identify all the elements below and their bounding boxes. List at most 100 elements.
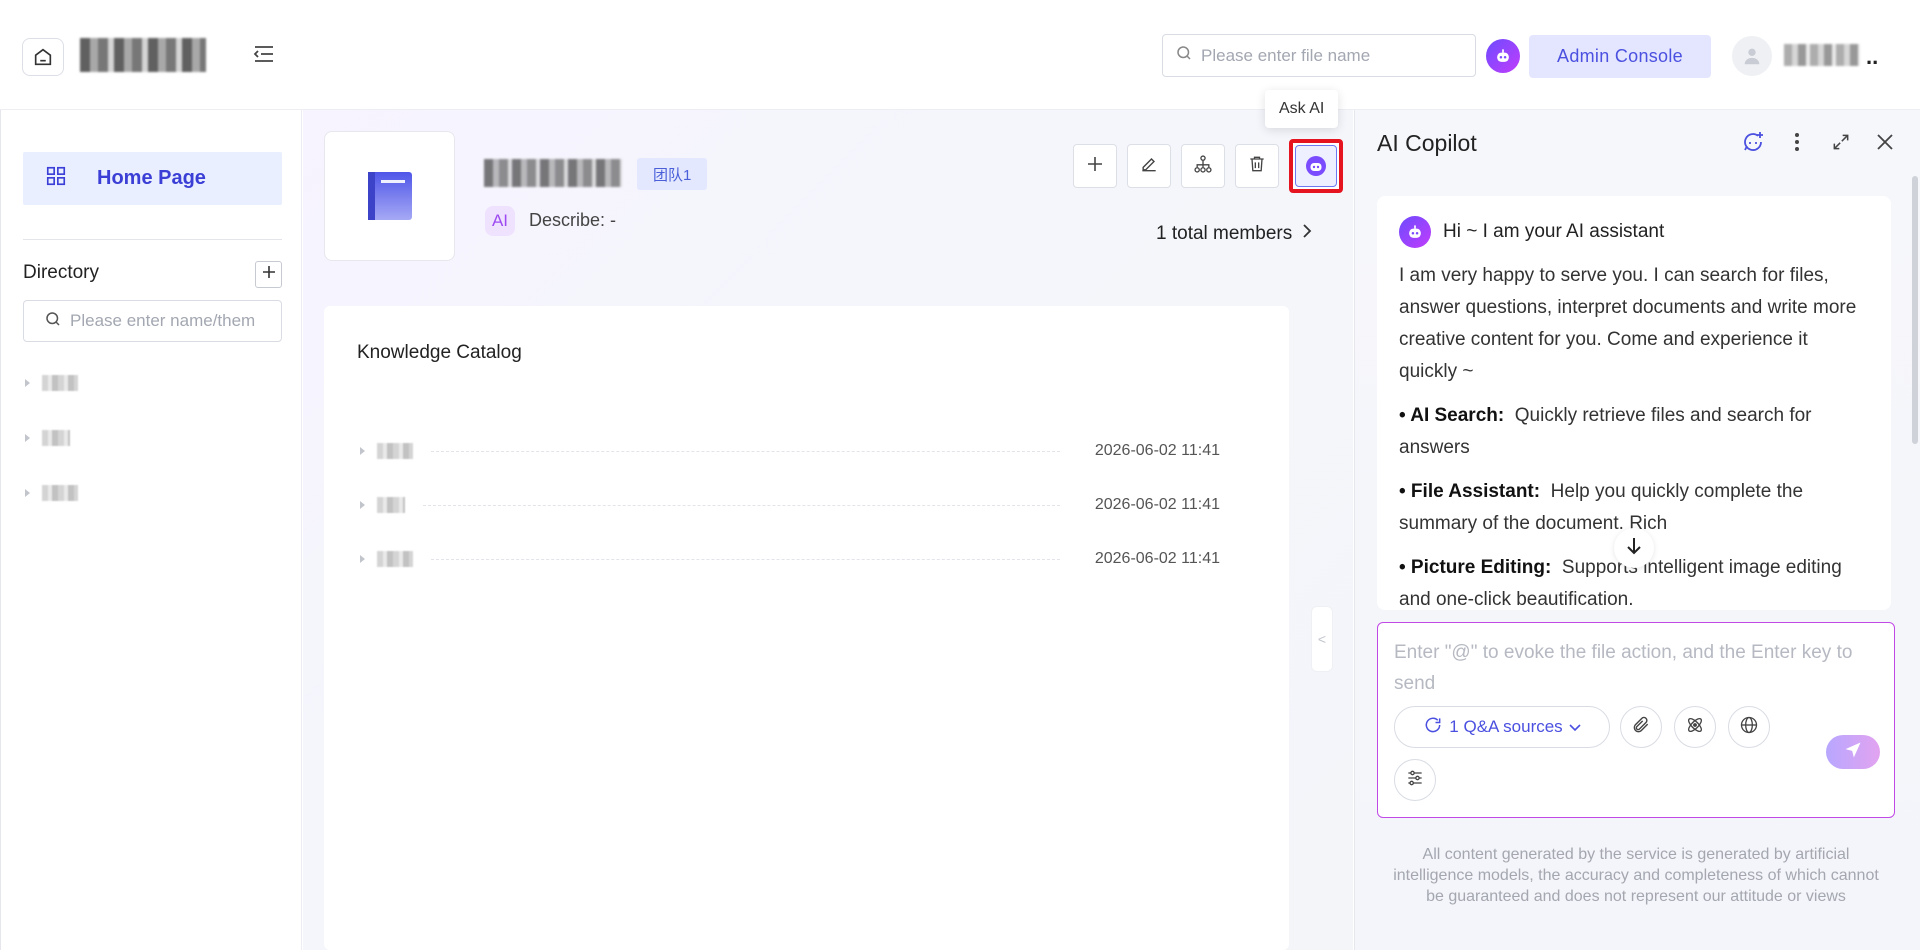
plus-icon xyxy=(1085,154,1105,179)
feature-item: • AI Search: Quickly retrieve files and … xyxy=(1399,400,1869,464)
directory-title: Directory xyxy=(23,262,100,283)
caret-right-icon[interactable] xyxy=(360,501,365,509)
feature-name: • File Assistant: xyxy=(1399,481,1541,502)
expand-icon[interactable] xyxy=(1829,130,1853,154)
web-search-button[interactable] xyxy=(1728,706,1770,748)
members-count: 1 total members xyxy=(1156,223,1293,244)
greeting: Hi ~ I am your AI assistant xyxy=(1443,221,1665,242)
attach-button[interactable] xyxy=(1620,706,1662,748)
avatar[interactable] xyxy=(1732,36,1772,76)
scroll-to-bottom-button[interactable] xyxy=(1614,528,1654,568)
catalog-row[interactable]: 2026-06-02 11:41 xyxy=(360,547,1220,571)
grid-icon xyxy=(45,165,67,193)
book-icon xyxy=(324,131,455,261)
robot-icon xyxy=(1295,145,1337,187)
file-search-input[interactable] xyxy=(1201,45,1461,66)
add-button[interactable] xyxy=(1073,144,1117,188)
copilot-actions xyxy=(1741,130,1897,154)
knowledge-base-name xyxy=(484,159,622,187)
caret-right-icon[interactable] xyxy=(360,447,365,455)
logo xyxy=(80,38,206,72)
add-directory-button[interactable] xyxy=(255,261,282,288)
structure-button[interactable] xyxy=(1181,144,1225,188)
sidebar-item-label: Home Page xyxy=(97,167,206,189)
tree-item[interactable] xyxy=(25,427,70,449)
catalog-row-name xyxy=(377,551,413,567)
send-icon xyxy=(1843,740,1863,765)
team-tag: 团队1 xyxy=(637,158,708,190)
scrollbar[interactable] xyxy=(1912,176,1918,444)
more-vertical-icon[interactable] xyxy=(1785,130,1809,154)
tree-item-label xyxy=(42,375,78,391)
chevron-right-icon xyxy=(1302,223,1312,245)
atom-icon xyxy=(1685,715,1705,740)
divider xyxy=(23,239,282,240)
tree-item[interactable] xyxy=(25,372,78,394)
ai-disclaimer: All content generated by the service is … xyxy=(1393,846,1879,905)
org-tree-icon xyxy=(1193,154,1213,179)
caret-right-icon[interactable] xyxy=(25,379,30,387)
plugin-button[interactable] xyxy=(1674,706,1716,748)
intro-text: I am very happy to serve you. I can sear… xyxy=(1399,265,1857,382)
new-chat-icon[interactable] xyxy=(1741,130,1765,154)
catalog-row-date: 2026-06-02 11:41 xyxy=(1094,442,1220,459)
knowledge-catalog: Knowledge Catalog 2026-06-02 11:41 2026-… xyxy=(324,306,1289,950)
send-button[interactable] xyxy=(1826,735,1880,769)
sliders-icon xyxy=(1405,768,1425,793)
divider xyxy=(431,558,1060,560)
edit-button[interactable] xyxy=(1127,144,1171,188)
feature-name: • AI Search: xyxy=(1399,405,1505,426)
members-link[interactable]: 1 total members xyxy=(1156,223,1312,245)
file-search-input-wrapper[interactable] xyxy=(1162,34,1476,77)
robot-icon xyxy=(1399,216,1431,248)
feature-name: • Picture Editing: xyxy=(1399,557,1552,578)
username[interactable] xyxy=(1784,44,1860,66)
catalog-row-date: 2026-06-02 11:41 xyxy=(1094,496,1220,513)
tree-item-label xyxy=(42,430,70,446)
admin-console-button[interactable]: Admin Console xyxy=(1529,35,1711,78)
caret-right-icon[interactable] xyxy=(25,489,30,497)
divider xyxy=(423,504,1060,506)
panel-collapse-handle[interactable]: < xyxy=(1311,606,1333,672)
settings-button[interactable] xyxy=(1394,759,1436,801)
edit-icon xyxy=(1139,154,1159,179)
search-icon xyxy=(1175,44,1193,67)
qa-sources-dropdown[interactable]: 1 Q&A sources xyxy=(1394,706,1610,748)
refresh-icon xyxy=(1423,715,1443,740)
sidebar: Home Page Directory xyxy=(0,110,302,950)
catalog-row[interactable]: 2026-06-02 11:41 xyxy=(360,439,1220,463)
catalog-row-name xyxy=(377,443,413,459)
robot-icon[interactable] xyxy=(1486,39,1520,73)
copilot-title: AI Copilot xyxy=(1377,130,1477,156)
tree-item[interactable] xyxy=(25,482,78,504)
toolbar xyxy=(1073,139,1343,193)
catalog-row-name xyxy=(377,497,405,513)
caret-right-icon[interactable] xyxy=(25,434,30,442)
directory-search-input[interactable] xyxy=(70,311,280,331)
description: Describe: - xyxy=(529,210,617,230)
home-icon[interactable] xyxy=(22,38,64,76)
caret-right-icon[interactable] xyxy=(360,555,365,563)
plus-icon xyxy=(261,264,277,285)
user-more[interactable]: .. xyxy=(1866,44,1878,70)
delete-button[interactable] xyxy=(1235,144,1279,188)
chat-composer: 1 Q&A sources xyxy=(1377,622,1895,818)
ask-ai-button[interactable] xyxy=(1289,139,1343,193)
menu-collapse-icon[interactable] xyxy=(252,42,276,66)
main-content: 团队1 AI Describe: - Ask AI 1 total member… xyxy=(303,90,1353,950)
chat-input[interactable] xyxy=(1394,637,1880,699)
globe-icon xyxy=(1739,715,1759,740)
sidebar-item-home[interactable]: Home Page xyxy=(23,152,282,205)
message-header: Hi ~ I am your AI assistant xyxy=(1399,216,1869,248)
catalog-row[interactable]: 2026-06-02 11:41 xyxy=(360,493,1220,517)
arrow-down-icon xyxy=(1625,536,1643,561)
catalog-row-date: 2026-06-02 11:41 xyxy=(1094,550,1220,567)
tree-item-label xyxy=(42,485,78,501)
ask-ai-tooltip: Ask AI xyxy=(1265,90,1339,128)
search-icon xyxy=(44,310,62,333)
chevron-down-icon xyxy=(1569,717,1581,737)
close-icon[interactable] xyxy=(1873,130,1897,154)
catalog-title: Knowledge Catalog xyxy=(357,342,522,363)
qa-sources-label: 1 Q&A sources xyxy=(1449,717,1563,736)
directory-search-wrapper[interactable] xyxy=(23,300,282,342)
